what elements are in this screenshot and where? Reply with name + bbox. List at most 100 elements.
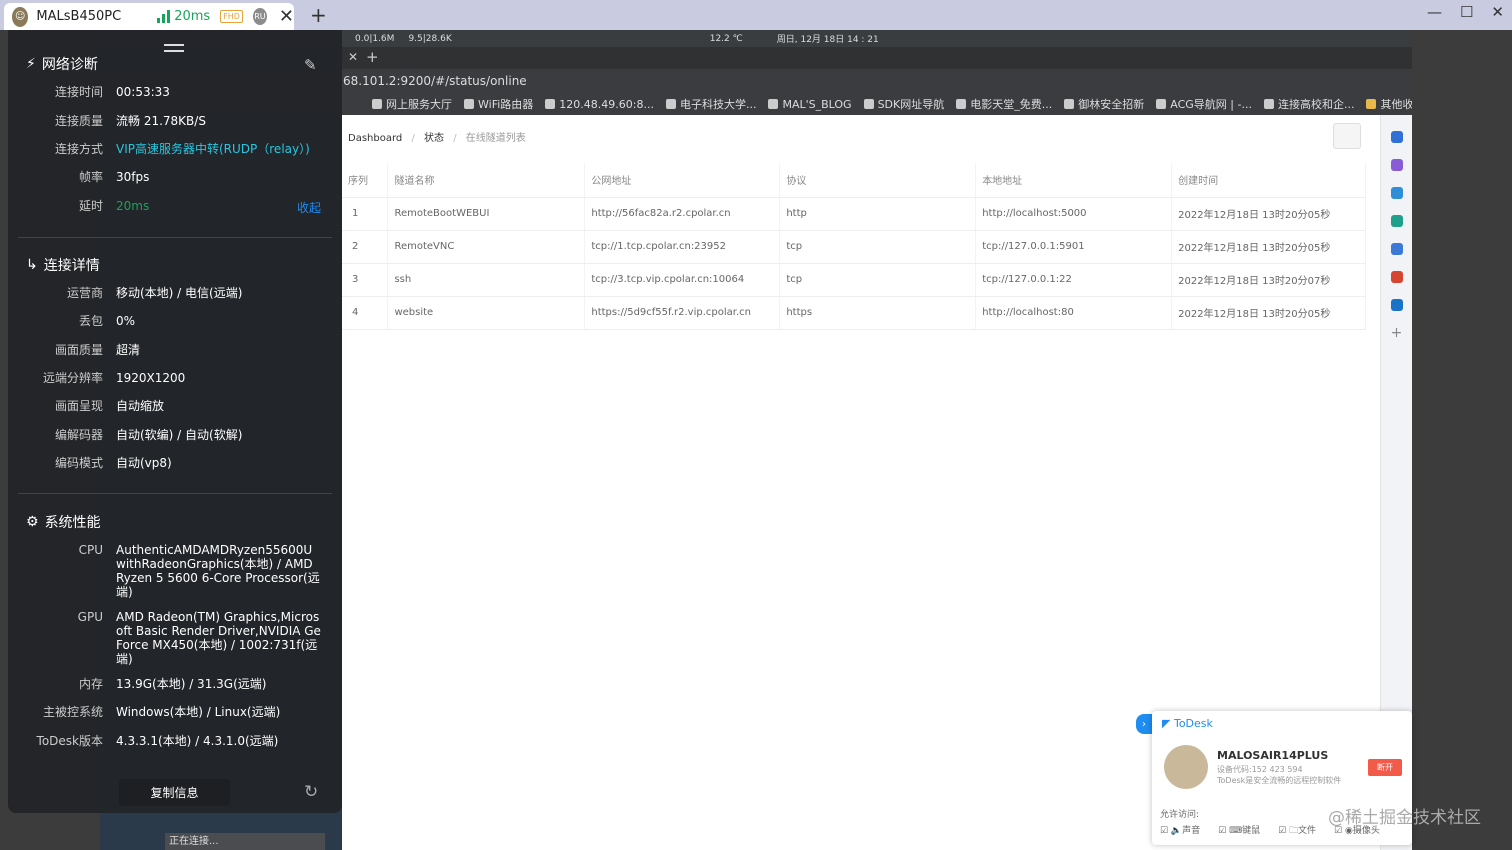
link-icon: ↳ — [26, 257, 38, 273]
net-speed-2: 9.5|28.6K — [408, 33, 452, 44]
bookmark-item[interactable]: SDK网址导航 — [863, 96, 944, 112]
diagnostic-panel: ✎ ⚡ 网络诊断 连接时间 00:53:33 连接质量 流畅 21.78KB/S 连接… — [8, 30, 342, 813]
close-tab-icon[interactable]: ✕ — [279, 6, 294, 27]
tab-close-icon[interactable]: ✕ — [348, 50, 358, 64]
ru-badge[interactable]: RU — [252, 8, 267, 25]
bookmark-item[interactable]: ACG导航网 | -... — [1156, 96, 1252, 112]
datetime: 周日, 12月 18日 14 : 21 — [776, 35, 879, 45]
info-row: 主被控系统 Windows(本地) / Linux(远端) — [42, 705, 281, 719]
perm-sound[interactable]: ☑ 🔈声音 — [1160, 823, 1200, 839]
cell: tcp — [779, 230, 977, 264]
sparkle-icon[interactable] — [1390, 159, 1403, 171]
search-icon[interactable] — [1390, 131, 1403, 143]
info-row: 延时 20ms — [78, 199, 150, 213]
tag-icon[interactable] — [1390, 187, 1403, 199]
todesk-desc: ToDesk是安全流畅的远程控制软件 — [1217, 776, 1342, 785]
address-text[interactable]: 68.101.2:9200/#/status/online — [343, 74, 527, 88]
bookmark-item[interactable]: 电影天堂_免费... — [956, 96, 1052, 112]
perm-keyboard[interactable]: ☑ ⌨键鼠 — [1218, 823, 1260, 839]
bookmark-item[interactable]: 电子科技大学... — [665, 96, 756, 112]
info-row: 连接时间 00:53:33 — [54, 85, 170, 99]
refresh-icon[interactable]: ↻ — [304, 782, 318, 802]
cell: 2022年12月18日 13时20分07秒 — [1171, 263, 1366, 297]
cell: http — [779, 197, 977, 231]
browser-new-tab-icon[interactable]: + — [366, 48, 379, 66]
info-row: CPU AuthenticAMDAMDRyzen55600UwithRadeonG… — [78, 543, 320, 599]
details-section-title: ↳ 连接详情 — [26, 257, 100, 274]
cell: https://5d9cf55f.r2.vip.cpolar.cn — [584, 296, 781, 330]
info-row: GPU AMD Radeon(TM) Graphics,Microsoft Bas… — [77, 610, 321, 666]
info-row: 帧率 30fps — [78, 170, 150, 184]
table-row: 3 ssh tcp://3.tcp.vip.cpolar.cn:10064 tcp tc… — [342, 263, 1366, 297]
cell: https — [779, 296, 977, 330]
info-row: 运营商 移动(本地) / 电信(远端) — [66, 286, 243, 300]
col-header: 序列 — [342, 163, 389, 198]
divider — [18, 237, 332, 238]
bookmark-item[interactable]: 120.48.49.60:8... — [545, 98, 654, 111]
allow-label: 允许访问: — [1160, 810, 1200, 820]
temperature: 12.2 ℃ — [709, 33, 743, 44]
info-row: 编码模式 自动(vp8) — [54, 456, 172, 470]
info-row: 丢包 0% — [78, 314, 136, 328]
device-avatar-icon: ☺ — [12, 6, 29, 27]
cell: website — [387, 296, 586, 330]
new-tab-icon[interactable]: + — [310, 3, 327, 27]
collapse-link[interactable]: 收起 — [297, 199, 321, 216]
tunnel-table: 序列 隧道名称 公网地址 协议 本地地址 创建时间 1 RemoteBootWEB… — [342, 163, 1366, 330]
cell: 3 — [342, 263, 389, 297]
cell: tcp://3.tcp.vip.cpolar.cn:10064 — [584, 263, 781, 297]
cell: 4 — [342, 296, 389, 330]
close-window-icon[interactable]: ✕ — [1491, 3, 1504, 21]
session-tab[interactable]: ☺ MALsB450PC 20ms FHD RU ✕ — [4, 3, 294, 30]
col-header: 公网地址 — [584, 163, 781, 198]
disconnect-button[interactable]: 断开 — [1368, 759, 1402, 776]
add-icon[interactable]: + — [1391, 326, 1403, 340]
minimize-icon[interactable]: — — [1427, 3, 1442, 21]
table-row: 1 RemoteBootWEBUI http://56fac82a.r2.cpola… — [342, 197, 1366, 231]
maximize-icon[interactable]: ☐ — [1460, 3, 1473, 21]
info-row: 内存 13.9G(本地) / 31.3G(远端) — [78, 677, 267, 691]
device-code: 设备代码:152 423 594 — [1217, 765, 1303, 774]
bookmark-item[interactable]: 网上服务大厅 — [372, 96, 452, 112]
cell: RemoteBootWEBUI — [387, 197, 586, 231]
cell: http://localhost:80 — [975, 296, 1173, 330]
info-row: 编解码器 自动(软编) / 自动(软解) — [54, 428, 243, 442]
menu-icon[interactable] — [164, 44, 184, 52]
cell: ssh — [387, 263, 586, 297]
office-icon[interactable] — [1390, 271, 1403, 283]
cell: 2022年12月18日 13时20分05秒 — [1171, 296, 1366, 330]
card-toggle-icon[interactable]: › — [1136, 714, 1152, 734]
outlook-icon[interactable] — [1390, 299, 1403, 311]
fhd-badge[interactable]: FHD — [220, 10, 243, 23]
table-row: 2 RemoteVNC tcp://1.tcp.cpolar.cn:23952 tcp… — [342, 230, 1366, 264]
info-row: 远端分辨率 1920X1200 — [42, 371, 186, 385]
crumb-sep: / — [453, 133, 457, 144]
info-row: 连接方式 VIP高速服务器中转(RUDP（relay）) — [54, 142, 310, 156]
info-row: 画面呈现 自动缩放 — [54, 399, 165, 413]
info-row: 连接质量 流畅 21.78KB/S — [54, 114, 206, 128]
bookmark-item[interactable]: 连接高校和企... — [1263, 96, 1354, 112]
signal-icon — [157, 10, 171, 23]
copy-info-button[interactable]: 复制信息 — [119, 779, 230, 806]
todesk-logo-icon: ◤ — [1162, 717, 1171, 730]
cell: 1 — [342, 197, 389, 231]
people-icon[interactable] — [1390, 243, 1403, 255]
cell: tcp — [779, 263, 977, 297]
perm-file[interactable]: ☑ 🗀文件 — [1278, 823, 1316, 839]
crumb-dashboard[interactable]: Dashboard — [348, 133, 402, 144]
toolbox-icon[interactable] — [1390, 215, 1403, 227]
bookmark-folder[interactable]: 其他收藏夹 — [1366, 96, 1412, 112]
cell: 2 — [342, 230, 389, 264]
col-header: 隧道名称 — [387, 163, 586, 198]
pin-icon[interactable]: ✎ — [304, 56, 317, 74]
crumb-current: 在线隧道列表 — [465, 133, 526, 144]
bookmark-item[interactable]: 御林安全招新 — [1064, 96, 1144, 112]
cell: http://localhost:5000 — [975, 197, 1173, 231]
bookmark-item[interactable]: MAL'S_BLOG — [768, 98, 852, 111]
bookmark-item[interactable]: WiFi路由器 — [464, 96, 533, 112]
col-header: 协议 — [779, 163, 977, 198]
user-avatar[interactable] — [1333, 123, 1361, 149]
crumb-status[interactable]: 状态 — [424, 133, 444, 144]
cell: http://56fac82a.r2.cpolar.cn — [584, 197, 781, 231]
cell: RemoteVNC — [387, 230, 586, 264]
